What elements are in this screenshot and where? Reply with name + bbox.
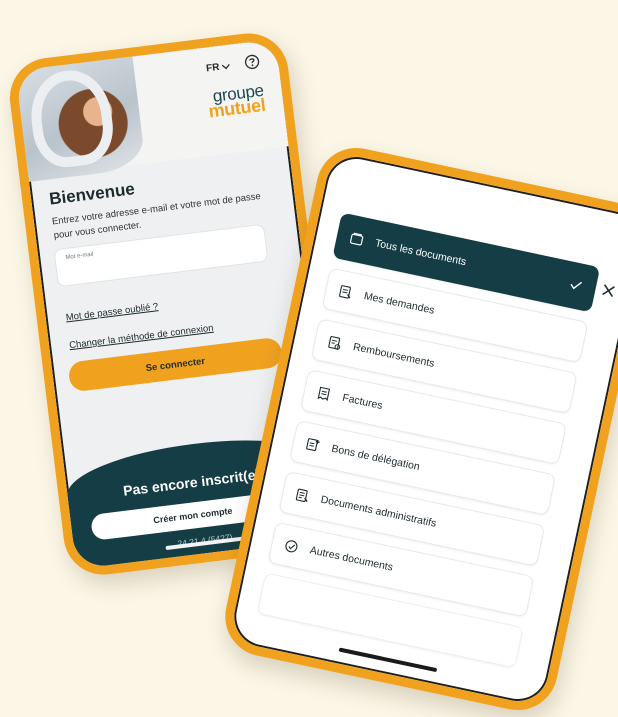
- menu-item-label: Bons de délégation: [330, 442, 421, 474]
- documents-menu: Tous les documents Mes demandes Rembours…: [255, 212, 601, 679]
- email-field-label: Mot e-mail: [65, 251, 94, 262]
- check-icon: [570, 281, 583, 290]
- admin-doc-icon: [295, 488, 308, 503]
- photo-hood: [26, 65, 118, 171]
- delegation-icon: [306, 438, 320, 452]
- profile-photo: [15, 56, 147, 183]
- forgot-password-link[interactable]: Mot de passe oublié ?: [65, 301, 159, 323]
- menu-item-label: Factures: [341, 391, 384, 413]
- other-doc-icon: [285, 540, 298, 553]
- language-selector[interactable]: FR: [206, 61, 232, 75]
- invoice-icon: [317, 386, 331, 402]
- help-icon[interactable]: [243, 53, 261, 71]
- close-icon[interactable]: [600, 282, 617, 299]
- request-icon: [339, 285, 351, 299]
- brand-logo: groupe mutuel: [206, 81, 267, 122]
- brand-line2: mutuel: [207, 94, 267, 122]
- language-label: FR: [205, 61, 221, 75]
- folder-icon: [349, 232, 364, 246]
- chevron-down-icon: [221, 64, 230, 70]
- menu-item-label: Mes demandes: [362, 290, 436, 317]
- page-title: Bienvenue: [48, 179, 136, 209]
- refund-icon: [328, 336, 341, 350]
- menu-item-label: Remboursements: [352, 340, 436, 370]
- menu-item-label: Tous les documents: [374, 237, 468, 269]
- menu-item-label: Documents administratifs: [319, 493, 438, 530]
- menu-item-label: Autres documents: [308, 544, 395, 574]
- login-header: FR groupe mutuel: [15, 38, 289, 183]
